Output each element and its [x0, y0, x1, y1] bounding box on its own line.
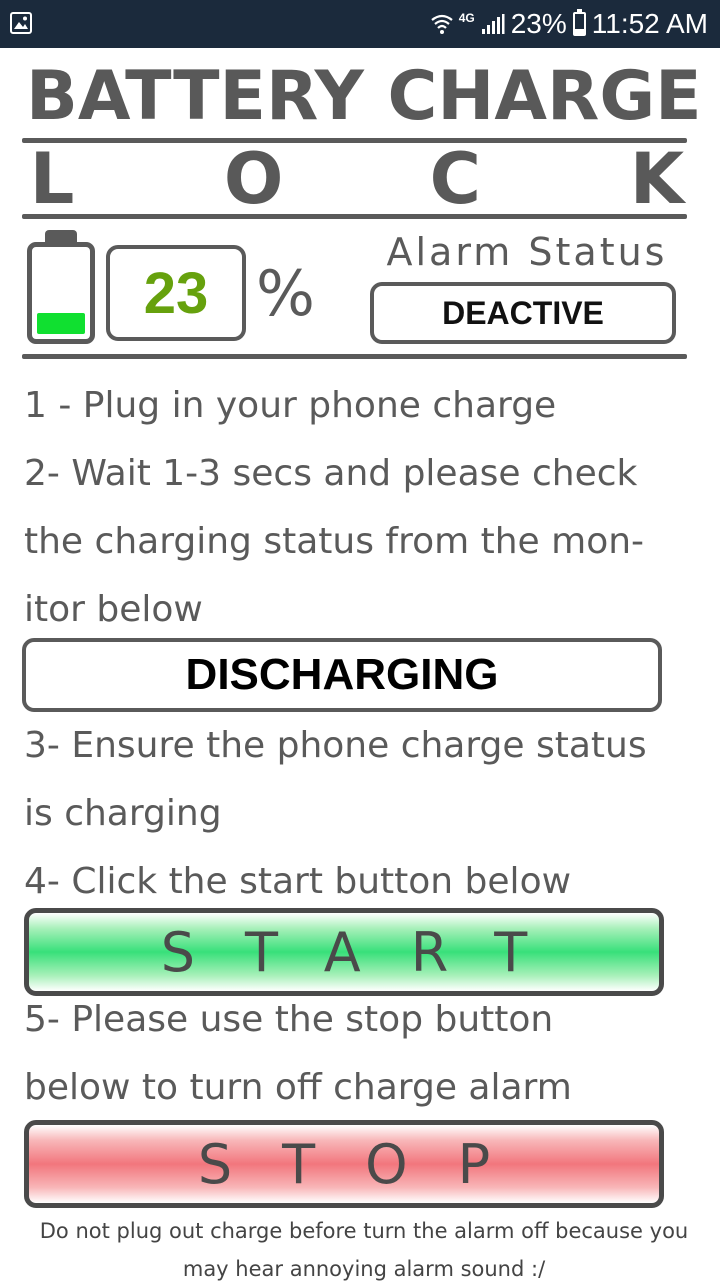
- image-icon: [10, 12, 32, 34]
- instruction-step-2-line-3: itor below: [24, 589, 203, 630]
- stop-button[interactable]: STOP: [24, 1120, 664, 1208]
- status-bar-right: 4G 23% 11:52 AM: [431, 0, 708, 48]
- section-divider: [22, 354, 687, 359]
- title-divider-top: [22, 138, 687, 143]
- status-battery-fill: [574, 29, 584, 34]
- title-lock-word: L O C K: [22, 138, 687, 220]
- alarm-status-box: DEACTIVE: [370, 282, 676, 344]
- alarm-status-label: Alarm Status: [386, 230, 668, 274]
- wifi-icon: [431, 14, 453, 34]
- instruction-step-4: 4- Click the start button below: [24, 861, 572, 902]
- title-divider-bottom: [22, 214, 687, 219]
- lock-letter: L: [29, 138, 75, 220]
- charge-status-monitor: DISCHARGING: [22, 638, 662, 712]
- instruction-step-2-line-2: the charging status from the mon-: [24, 521, 645, 562]
- battery-level-fill: [37, 312, 85, 334]
- instruction-step-3-line-2: is charging: [24, 793, 222, 834]
- lock-letter: K: [629, 138, 685, 220]
- status-battery-icon: [572, 9, 586, 36]
- warning-note: Do not plug out charge before turn the a…: [39, 1219, 689, 1281]
- signal-icon: [481, 14, 505, 34]
- app-title: BATTERY CHARGE: [26, 57, 702, 136]
- battery-percent-box: 23: [106, 245, 246, 341]
- alarm-status-value: DEACTIVE: [442, 294, 604, 331]
- network-type: 4G: [458, 11, 475, 25]
- instruction-step-5-line-1: 5- Please use the stop button: [24, 999, 554, 1040]
- status-bar: 4G 23% 11:52 AM: [0, 0, 720, 48]
- battery-percent-value: 23: [143, 260, 209, 326]
- start-button[interactable]: START: [24, 908, 664, 996]
- lock-letter: C: [429, 138, 481, 220]
- stop-button-label: STOP: [197, 1132, 541, 1196]
- clock: 11:52 AM: [591, 8, 708, 39]
- battery-percent-text: 23%: [510, 8, 567, 39]
- charge-status-value: DISCHARGING: [185, 650, 499, 699]
- battery-icon: [27, 230, 95, 344]
- start-button-label: START: [160, 920, 578, 984]
- instruction-step-2-line-1: 2- Wait 1-3 secs and please check: [24, 453, 638, 494]
- instruction-step-5-line-2: below to turn off charge alarm: [24, 1067, 572, 1108]
- percent-sign: %: [256, 257, 315, 330]
- instruction-step-3-line-1: 3- Ensure the phone charge status: [24, 725, 647, 766]
- lock-letter: O: [223, 138, 284, 220]
- instruction-step-1: 1 - Plug in your phone charge: [24, 385, 557, 426]
- battery-body: [27, 242, 95, 344]
